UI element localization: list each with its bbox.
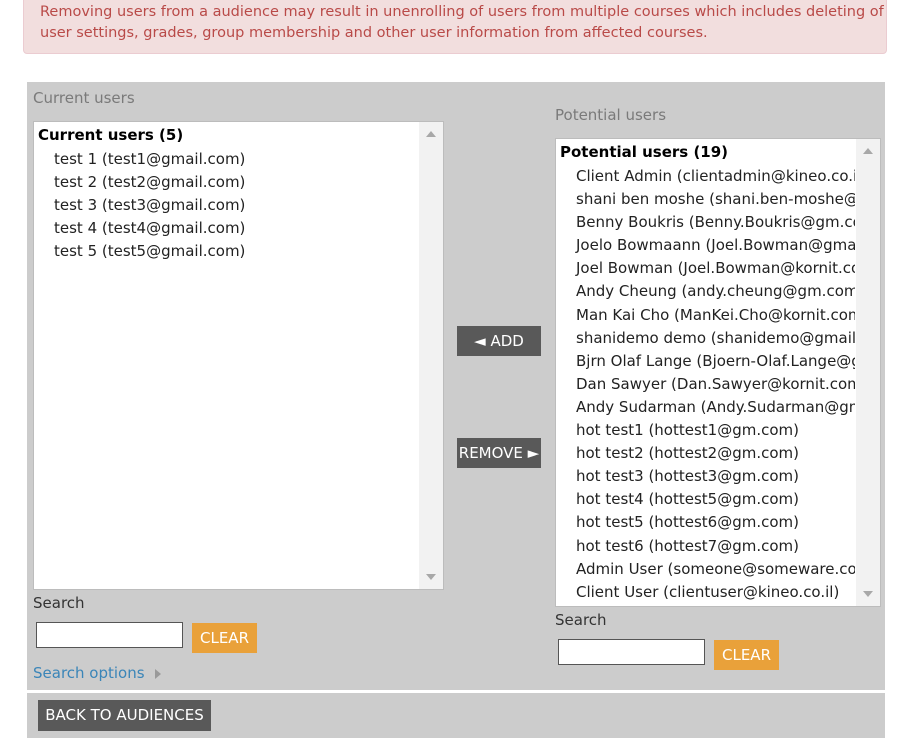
- current-search-input[interactable]: [36, 622, 183, 648]
- potential-users-group-label: Potential users (19): [560, 143, 729, 161]
- list-item[interactable]: test 3 (test3@gmail.com): [34, 194, 418, 217]
- list-item[interactable]: test 4 (test4@gmail.com): [34, 217, 418, 240]
- list-item[interactable]: hot test5 (hottest6@gm.com): [556, 511, 855, 534]
- search-options-label: Search options: [33, 664, 145, 682]
- scroll-up-icon[interactable]: [426, 131, 436, 137]
- list-item[interactable]: Client Admin (clientadmin@kineo.co.il): [556, 165, 855, 188]
- list-item[interactable]: Client User (clientuser@kineo.co.il): [556, 581, 855, 604]
- current-users-group-label: Current users (5): [38, 126, 184, 144]
- scroll-up-icon[interactable]: [863, 148, 873, 154]
- list-item[interactable]: hot test3 (hottest3@gm.com): [556, 465, 855, 488]
- list-item[interactable]: Benny Boukris (Benny.Boukris@gm.com): [556, 211, 855, 234]
- list-item[interactable]: test 5 (test5@gmail.com): [34, 240, 418, 263]
- potential-search-label: Search: [555, 611, 607, 629]
- potential-search-input[interactable]: [558, 639, 705, 665]
- list-item[interactable]: Admin User (someone@someware.com): [556, 558, 855, 581]
- list-item[interactable]: test 2 (test2@gmail.com): [34, 171, 418, 194]
- potential-users-listbox[interactable]: Potential users (19) Client Admin (clien…: [555, 138, 881, 607]
- potential-users-scrollbar[interactable]: [856, 139, 880, 606]
- current-users-scrollbar[interactable]: [419, 122, 443, 589]
- add-button[interactable]: ◄ ADD: [457, 326, 541, 356]
- list-item[interactable]: hot test4 (hottest5@gm.com): [556, 488, 855, 511]
- list-item[interactable]: Andy Cheung (andy.cheung@gm.com): [556, 280, 855, 303]
- expand-arrow-icon: [154, 668, 161, 679]
- list-item[interactable]: Joel Bowman (Joel.Bowman@kornit.com): [556, 257, 855, 280]
- current-search-label: Search: [33, 594, 85, 612]
- search-options-link[interactable]: Search options: [33, 664, 161, 682]
- current-clear-button[interactable]: CLEAR: [192, 623, 257, 653]
- list-item[interactable]: shani ben moshe (shani.ben-moshe@kornit.…: [556, 188, 855, 211]
- list-item[interactable]: Bjrn Olaf Lange (Bjoern-Olaf.Lange@gm.co…: [556, 350, 855, 373]
- list-item[interactable]: Andy Sudarman (Andy.Sudarman@gm.com): [556, 396, 855, 419]
- list-item[interactable]: Joelo Bowmaann (Joel.Bowman@gmail.com): [556, 234, 855, 257]
- back-to-audiences-button[interactable]: BACK TO AUDIENCES: [38, 700, 211, 731]
- alert-line-1: Removing users from a audience may resul…: [40, 4, 884, 20]
- current-users-listbox[interactable]: Current users (5) test 1 (test1@gmail.co…: [33, 121, 444, 590]
- scroll-down-icon[interactable]: [426, 574, 436, 580]
- list-item[interactable]: Man Kai Cho (ManKei.Cho@kornit.com): [556, 304, 855, 327]
- list-item[interactable]: hot test2 (hottest2@gm.com): [556, 442, 855, 465]
- potential-users-heading: Potential users: [555, 106, 667, 124]
- list-item[interactable]: test 1 (test1@gmail.com): [34, 148, 418, 171]
- potential-clear-button[interactable]: CLEAR: [714, 640, 779, 670]
- alert-line-2: user settings, grades, group membership …: [40, 25, 708, 41]
- scroll-down-icon[interactable]: [863, 591, 873, 597]
- remove-button[interactable]: REMOVE ►: [457, 438, 541, 468]
- list-item[interactable]: hot test6 (hottest7@gm.com): [556, 535, 855, 558]
- warning-alert: Removing users from a audience may resul…: [23, 0, 887, 54]
- current-users-heading: Current users: [33, 89, 135, 107]
- list-item[interactable]: Dan Sawyer (Dan.Sawyer@kornit.com): [556, 373, 855, 396]
- list-item[interactable]: hot test1 (hottest1@gm.com): [556, 419, 855, 442]
- list-item[interactable]: shanidemo demo (shanidemo@gmail.com): [556, 327, 855, 350]
